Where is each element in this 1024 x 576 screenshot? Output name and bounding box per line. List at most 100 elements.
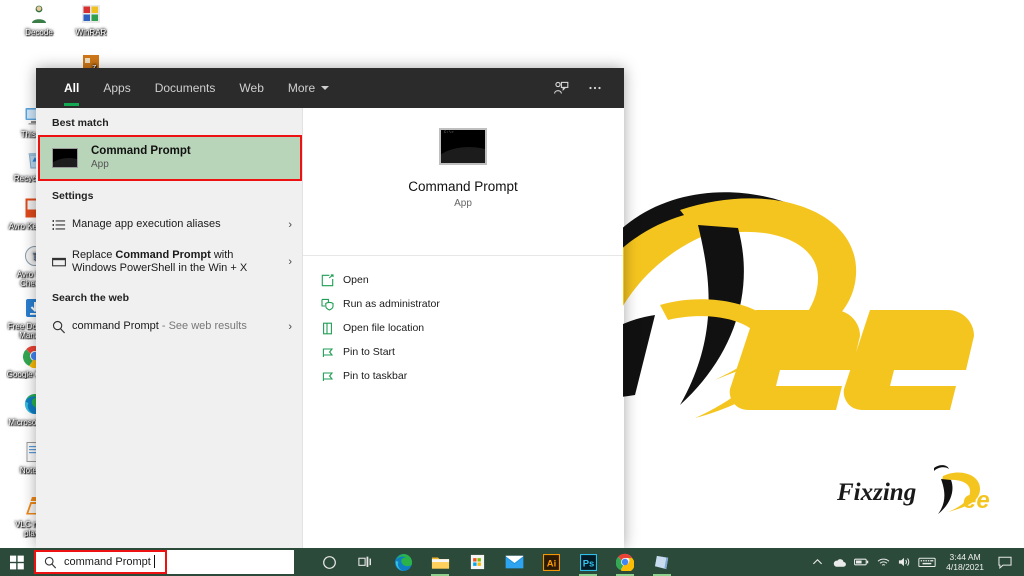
battery-icon[interactable] [850, 548, 872, 576]
open-icon [321, 274, 343, 287]
google-chrome-icon[interactable] [608, 548, 642, 576]
notification-center-button[interactable] [992, 548, 1018, 576]
wifi-icon[interactable] [872, 548, 894, 576]
taskbar: command Prompt [0, 548, 1024, 576]
window-icon [52, 255, 72, 269]
onedrive-icon[interactable] [828, 548, 850, 576]
folder-open-icon [321, 322, 343, 335]
search-input[interactable]: command Prompt [34, 550, 294, 574]
clock-time: 3:44 AM [946, 552, 984, 562]
desktop-icon-label: WinRAR [62, 28, 120, 37]
clock[interactable]: 3:44 AM 4/18/2021 [938, 552, 992, 572]
action-open[interactable]: Open [303, 268, 623, 292]
result-label: command Prompt - See web results [72, 320, 278, 333]
action-label: Pin to Start [343, 346, 395, 358]
mail-icon[interactable] [497, 548, 531, 576]
site-watermark: Fixzing ee [835, 464, 1010, 516]
svg-text:Ps: Ps [582, 558, 594, 569]
start-button[interactable] [0, 548, 34, 576]
file-explorer-icon[interactable] [423, 548, 457, 576]
action-pin-to-taskbar[interactable]: Pin to taskbar [303, 364, 623, 388]
app-icon[interactable] [645, 548, 679, 576]
tab-documents[interactable]: Documents [143, 68, 228, 108]
best-match-heading: Best match [36, 108, 302, 135]
system-tray: 3:44 AM 4/18/2021 [806, 548, 1024, 576]
result-manage-app-execution-aliases[interactable]: Manage app execution aliases › [36, 208, 302, 241]
windows-logo-icon [9, 554, 25, 570]
svg-text:Ai: Ai [546, 558, 555, 569]
result-label: Replace Command Prompt withWindows Power… [72, 249, 278, 275]
preview-actions: Open Run as administrator [303, 256, 623, 388]
more-options-icon[interactable] [580, 73, 610, 103]
search-icon [44, 556, 57, 569]
action-label: Open file location [343, 322, 424, 334]
chevron-down-icon [321, 86, 329, 90]
desktop-icon-label: Decode [10, 28, 68, 37]
search-the-web-heading: Search the web [36, 283, 302, 310]
microsoft-store-icon[interactable] [460, 548, 494, 576]
volume-icon[interactable] [894, 548, 916, 576]
command-prompt-icon [52, 148, 78, 168]
tab-all-label: All [64, 81, 79, 95]
tab-apps-label: Apps [103, 81, 130, 95]
settings-heading: Settings [36, 181, 302, 208]
tab-documents-label: Documents [155, 81, 216, 95]
preview-app-kind: App [454, 198, 472, 209]
action-pin-to-start[interactable]: Pin to Start [303, 340, 623, 364]
clock-date: 4/18/2021 [946, 562, 984, 572]
keyboard-icon[interactable] [916, 548, 938, 576]
search-icon [52, 320, 72, 334]
photoshop-icon[interactable]: Ps [571, 548, 605, 576]
pin-icon [321, 346, 343, 359]
person-icon [27, 2, 51, 26]
shield-icon [321, 298, 343, 311]
search-tab-bar-actions [546, 73, 624, 103]
action-label: Run as administrator [343, 298, 440, 310]
preview-header: Command Prompt App [303, 108, 623, 256]
best-match-subtitle: App [91, 159, 191, 172]
result-label: Manage app execution aliases [72, 218, 278, 231]
search-tab-bar: All Apps Documents Web More [36, 68, 624, 108]
pin-icon [321, 370, 343, 383]
illustrator-icon[interactable]: Ai [534, 548, 568, 576]
search-panel-body: Best match Command Prompt App Settings [36, 108, 624, 548]
desktop-icon-winrar[interactable]: WinRAR [62, 2, 120, 37]
tab-more-label: More [288, 81, 315, 95]
tab-more[interactable]: More [276, 68, 341, 108]
search-input-value: command Prompt [64, 556, 151, 568]
winrar-icon [79, 2, 103, 26]
tab-apps[interactable]: Apps [91, 68, 142, 108]
action-run-as-administrator[interactable]: Run as administrator [303, 292, 623, 316]
tab-all[interactable]: All [52, 68, 91, 108]
best-match-title: Command Prompt [91, 144, 191, 158]
task-view-icon[interactable] [349, 548, 383, 576]
preview-column: Command Prompt App Open [303, 108, 623, 548]
svg-text:Fixzing: Fixzing [836, 479, 916, 506]
preview-app-name: Command Prompt [408, 179, 518, 194]
chevron-right-icon: › [278, 256, 292, 268]
cortana-icon[interactable] [312, 548, 346, 576]
svg-text:ee: ee [963, 487, 990, 514]
search-results-column: Best match Command Prompt App Settings [36, 108, 303, 548]
list-icon [52, 218, 72, 232]
start-search-panel: All Apps Documents Web More [36, 68, 624, 548]
tab-web-label: Web [239, 81, 263, 95]
tab-web[interactable]: Web [227, 68, 275, 108]
result-replace-command-prompt[interactable]: Replace Command Prompt withWindows Power… [36, 241, 302, 283]
result-web-search-command-prompt[interactable]: command Prompt - See web results › [36, 310, 302, 343]
taskbar-app-buttons: Ai Ps [312, 548, 679, 576]
desktop-icon-decode[interactable]: Decode [10, 2, 68, 37]
speech-bubble-icon [998, 556, 1012, 569]
microsoft-edge-icon[interactable] [386, 548, 420, 576]
action-open-file-location[interactable]: Open file location [303, 316, 623, 340]
taskbar-search-container: command Prompt [34, 550, 294, 574]
result-best-match-command-prompt[interactable]: Command Prompt App [38, 135, 302, 181]
chevron-right-icon: › [278, 219, 292, 231]
action-label: Pin to taskbar [343, 370, 407, 382]
command-prompt-large-icon [439, 128, 487, 165]
feedback-icon[interactable] [546, 73, 576, 103]
desktop-wallpaper-logo [560, 150, 1024, 450]
action-label: Open [343, 274, 369, 286]
show-hidden-icons-button[interactable] [806, 548, 828, 576]
chevron-right-icon: › [278, 321, 292, 333]
